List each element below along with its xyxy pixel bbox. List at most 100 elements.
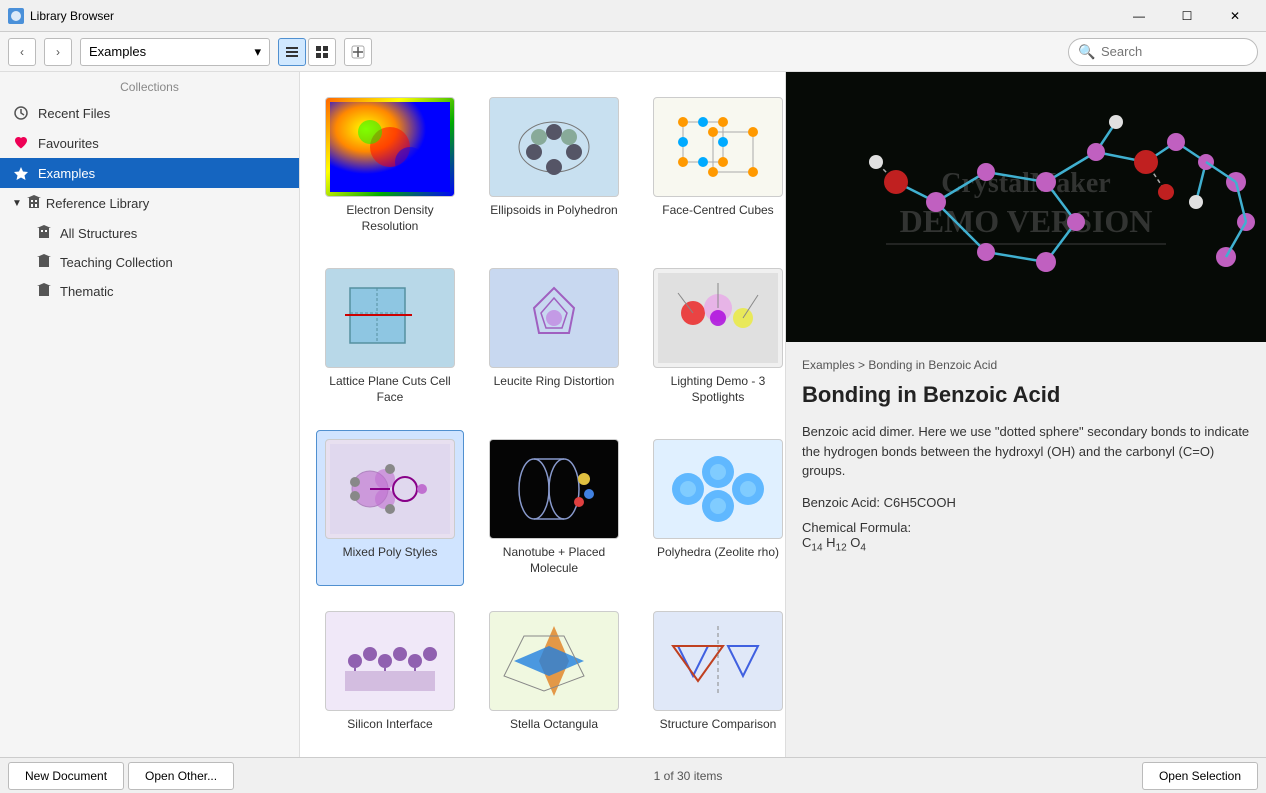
grid-item-nanotube[interactable]: Nanotube + Placed Molecule [480, 430, 628, 585]
toolbar: ‹ › Examples ▾ 🔍 [0, 32, 1266, 72]
thumbnail-ellipsoids [489, 97, 619, 197]
thematic-icon [36, 282, 52, 301]
label-lighting: Lighting Demo - 3 Spotlights [653, 374, 783, 405]
label-stella: Stella Octangula [510, 717, 598, 733]
sidebar-item-all-structures[interactable]: All Structures [0, 219, 299, 248]
search-wrapper: 🔍 [1068, 38, 1258, 66]
maximize-button[interactable]: ☐ [1164, 0, 1210, 32]
chevron-down-icon: ▼ [12, 198, 22, 209]
forward-button[interactable]: › [44, 38, 72, 66]
label-ellipsoids: Ellipsoids in Polyhedron [490, 203, 617, 219]
grid-item-lattice[interactable]: Lattice Plane Cuts Cell Face [316, 259, 464, 414]
title-bar: Library Browser — ☐ ✕ [0, 0, 1266, 32]
thumbnail-nanotube [489, 439, 619, 539]
heart-icon [12, 134, 30, 152]
minimize-button[interactable]: — [1116, 0, 1162, 32]
thumbnail-electron-density [325, 97, 455, 197]
chem-12: 12 [836, 542, 847, 553]
thumbnail-polyhedra [653, 439, 783, 539]
grid-item-structure-comparison[interactable]: Structure Comparison [644, 602, 786, 742]
label-silicon: Silicon Interface [347, 717, 432, 733]
detail-title: Bonding in Benzoic Acid [802, 382, 1250, 408]
thumbnail-lighting [653, 268, 783, 368]
chem-14: 14 [811, 542, 822, 553]
sidebar-item-thematic[interactable]: Thematic [0, 277, 299, 306]
star-icon [12, 164, 30, 182]
grid-area: Electron Density Resolution Ellip [300, 72, 786, 757]
window-title: Library Browser [30, 9, 114, 23]
grid-item-face-centred[interactable]: Face-Centred Cubes [644, 88, 786, 243]
label-electron-density: Electron Density Resolution [325, 203, 455, 234]
grid-item-leucite[interactable]: Leucite Ring Distortion [480, 259, 628, 414]
chem-4: 4 [860, 542, 866, 553]
view-grid-button[interactable] [308, 38, 336, 66]
new-document-button[interactable]: New Document [8, 762, 124, 790]
breadcrumb: Examples > Bonding in Benzoic Acid [802, 358, 1250, 372]
item-grid: Electron Density Resolution Ellip [316, 88, 769, 757]
label-mixed-poly: Mixed Poly Styles [343, 545, 438, 561]
open-selection-button[interactable]: Open Selection [1142, 762, 1258, 790]
sidebar-label-all-structures: All Structures [60, 226, 137, 241]
detail-image: CrystalMaker DEMO VERSION [786, 72, 1266, 342]
building-icon [26, 194, 42, 213]
thumbnail-face-centred [653, 97, 783, 197]
app-icon [8, 8, 24, 24]
grid-item-silicon[interactable]: Silicon Interface [316, 602, 464, 742]
label-polyhedra: Polyhedra (Zeolite rho) [657, 545, 779, 561]
all-structures-icon [36, 224, 52, 243]
thumbnail-mixed-poly [325, 439, 455, 539]
teaching-icon [36, 253, 52, 272]
sidebar-item-recent-files[interactable]: Recent Files [0, 98, 299, 128]
item-count: 1 of 30 items [654, 769, 723, 783]
sidebar-label-reference: Reference Library [46, 196, 149, 211]
thumbnail-leucite [489, 268, 619, 368]
detail-panel: CrystalMaker DEMO VERSION [786, 72, 1266, 757]
grid-item-lighting[interactable]: Lighting Demo - 3 Spotlights [644, 259, 786, 414]
detail-content: Examples > Bonding in Benzoic Acid Bondi… [786, 342, 1266, 569]
detail-chemical-formula: Chemical Formula: C14 H12 O4 [802, 520, 1250, 554]
grid-item-stella[interactable]: Stella Octangula [480, 602, 628, 742]
back-button[interactable]: ‹ [8, 38, 36, 66]
view-list-button[interactable] [278, 38, 306, 66]
sidebar-label-favourites: Favourites [38, 136, 99, 151]
thumbnail-structure-comparison [653, 611, 783, 711]
sidebar-label-examples: Examples [38, 166, 95, 181]
label-face-centred: Face-Centred Cubes [662, 203, 773, 219]
sidebar-item-teaching[interactable]: Teaching Collection [0, 248, 299, 277]
sidebar-label-teaching: Teaching Collection [60, 255, 173, 270]
open-other-button[interactable]: Open Other... [128, 762, 234, 790]
grid-item-ellipsoids[interactable]: Ellipsoids in Polyhedron [480, 88, 628, 243]
sidebar-item-examples[interactable]: Examples [0, 158, 299, 188]
status-left-buttons: New Document Open Other... [8, 762, 234, 790]
grid-item-mixed-poly[interactable]: Mixed Poly Styles [316, 430, 464, 585]
add-button[interactable] [344, 38, 372, 66]
grid-item-polyhedra[interactable]: Polyhedra (Zeolite rho) [644, 430, 786, 585]
label-nanotube: Nanotube + Placed Molecule [489, 545, 619, 576]
collections-label: Collections [0, 72, 299, 98]
label-leucite: Leucite Ring Distortion [494, 374, 615, 390]
main-content: Collections Recent Files Favourites Exam… [0, 72, 1266, 757]
sidebar-group-reference: ▼ Reference Library All Structures Teach… [0, 188, 299, 306]
status-bar: New Document Open Other... 1 of 30 items… [0, 757, 1266, 793]
detail-description: Benzoic acid dimer. Here we use "dotted … [802, 422, 1250, 481]
chem-h: H [826, 535, 835, 550]
window-controls: — ☐ ✕ [1116, 0, 1258, 32]
thumbnail-silicon [325, 611, 455, 711]
search-icon: 🔍 [1078, 43, 1095, 60]
close-button[interactable]: ✕ [1212, 0, 1258, 32]
detail-formula: Benzoic Acid: C6H5COOH [802, 495, 1250, 510]
label-lattice: Lattice Plane Cuts Cell Face [325, 374, 455, 405]
location-dropdown[interactable]: Examples ▾ [80, 38, 270, 66]
clock-icon [12, 104, 30, 122]
sidebar-item-favourites[interactable]: Favourites [0, 128, 299, 158]
status-right-buttons: Open Selection [1142, 762, 1258, 790]
grid-item-electron-density[interactable]: Electron Density Resolution [316, 88, 464, 243]
label-structure-comparison: Structure Comparison [660, 717, 777, 733]
sidebar-label-thematic: Thematic [60, 284, 113, 299]
chem-label: Chemical Formula: [802, 520, 911, 535]
sidebar: Collections Recent Files Favourites Exam… [0, 72, 300, 757]
sidebar-group-reference-header[interactable]: ▼ Reference Library [0, 188, 299, 219]
thumbnail-stella [489, 611, 619, 711]
sidebar-label-recent: Recent Files [38, 106, 110, 121]
search-input[interactable] [1068, 38, 1258, 66]
